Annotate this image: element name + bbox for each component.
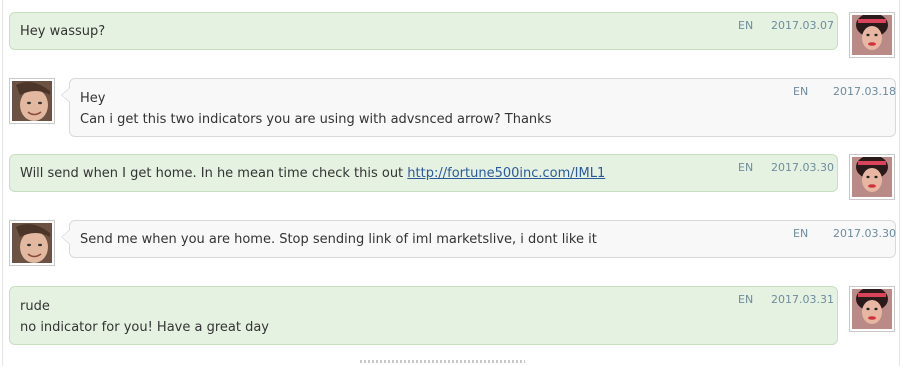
message-text-prefix: Will send when I get home. In he mean ti… <box>20 166 408 181</box>
man-avatar[interactable] <box>9 220 55 266</box>
message-bubble: rude no indicator for you! Have a great … <box>9 286 838 345</box>
message-date: 2017.03.30 <box>833 227 896 240</box>
resize-grip[interactable] <box>360 360 525 363</box>
message-text: no indicator for you! Have a great day <box>20 320 269 335</box>
woman-avatar-icon <box>852 15 892 55</box>
message-bubble: Hey wassup? EN 2017.03.07 <box>9 12 838 50</box>
man-avatar-icon <box>12 81 52 121</box>
message-text: Hey <box>80 91 106 106</box>
language-tag[interactable]: EN <box>738 293 753 307</box>
language-tag[interactable]: EN <box>793 85 808 99</box>
message-date: 2017.03.31 <box>771 293 834 306</box>
chat-panel: Hey wassup? EN 2017.03.07 Hey Can i get … <box>2 0 900 366</box>
message-text: Hey wassup? <box>20 24 106 39</box>
bubble-tail <box>61 87 70 103</box>
message-link[interactable]: http://fortune500inc.com/IML1 <box>407 166 605 181</box>
message-bubble: Will send when I get home. In he mean ti… <box>9 154 838 192</box>
woman-avatar-icon <box>852 289 892 329</box>
message-text: rude <box>20 299 50 314</box>
woman-avatar[interactable] <box>849 12 895 58</box>
message-bubble: Send me when you are home. Stop sending … <box>61 220 896 258</box>
woman-avatar[interactable] <box>849 286 895 332</box>
language-tag[interactable]: EN <box>738 19 753 33</box>
message-date: 2017.03.18 <box>833 85 896 98</box>
man-avatar[interactable] <box>9 78 55 124</box>
woman-avatar-icon <box>852 157 892 197</box>
language-tag[interactable]: EN <box>793 227 808 241</box>
woman-avatar[interactable] <box>849 154 895 200</box>
language-tag[interactable]: EN <box>738 161 753 175</box>
message-text: Will send when I get home. In he mean ti… <box>20 166 605 182</box>
message-text: Send me when you are home. Stop sending … <box>80 232 597 247</box>
man-avatar-icon <box>12 223 52 263</box>
message-bubble: Hey Can i get this two indicators you ar… <box>61 78 896 137</box>
message-date: 2017.03.07 <box>771 19 834 32</box>
message-date: 2017.03.30 <box>771 161 834 174</box>
bubble-tail <box>61 229 70 245</box>
message-text: Can i get this two indicators you are us… <box>80 112 552 127</box>
